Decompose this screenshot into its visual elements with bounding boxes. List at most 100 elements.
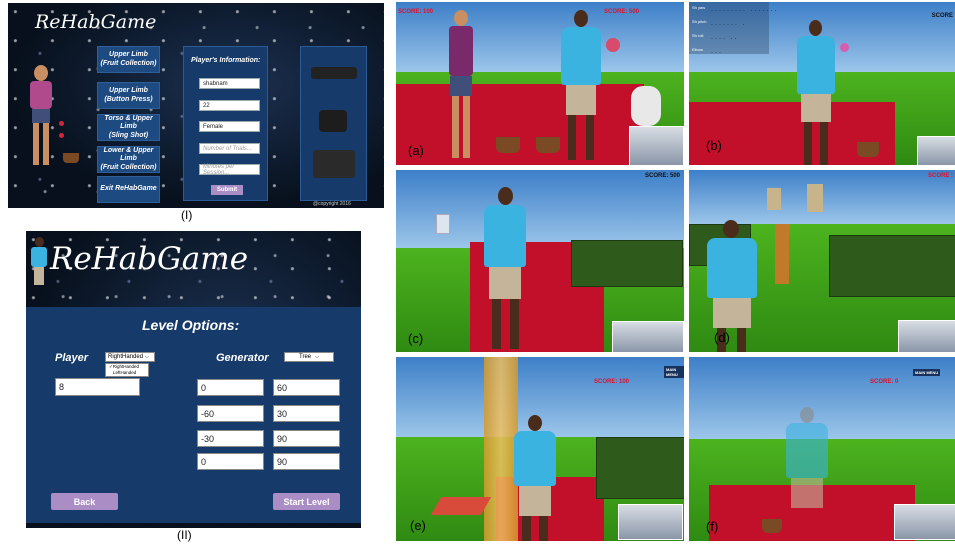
device-panel	[300, 46, 367, 201]
main-menu-button[interactable]: MAIN MENU	[664, 366, 684, 378]
generator-field[interactable]: 90	[273, 453, 340, 470]
level-options-panel: Level Options: Player RightHanded ⌵ ✓Rig…	[26, 307, 361, 523]
kinect-sensor-icon	[311, 67, 357, 79]
scene-label: (f)	[706, 519, 719, 534]
foot-pedal-icon	[313, 150, 355, 178]
player-select-value: RightHanded	[108, 354, 144, 360]
target-tower-icon	[807, 184, 823, 212]
start-level-button[interactable]: Start Level	[273, 493, 340, 510]
scene-a: SCORE: 100 SCORE: 500 (a)	[396, 2, 684, 165]
generator-select[interactable]: Tree ⌵	[284, 352, 334, 362]
menu-torso-sling-shot[interactable]: Torso & Upper Limb (Sling Shot)	[97, 114, 160, 141]
player-info-panel: Player's Information: shabnam 22 Female …	[183, 46, 268, 201]
fruit-icon	[59, 121, 64, 126]
scene-b: Sh yaw Sh pitch Sh roll Elbow ········· …	[689, 2, 955, 165]
main-menu-button[interactable]: MAIN MENU	[913, 369, 941, 376]
generator-field[interactable]: 90	[273, 430, 340, 447]
option-left-handed[interactable]: LeftHanded	[109, 370, 148, 376]
score-right: SCORE :	[927, 173, 953, 179]
scene-label: (d)	[714, 330, 730, 345]
player-label: Player	[55, 352, 89, 364]
webcam-feed	[629, 126, 684, 165]
player-select[interactable]: RightHanded ⌵	[105, 352, 155, 362]
menu-upper-limb-button[interactable]: Upper Limb (Button Press)	[97, 82, 160, 109]
male-avatar-icon	[703, 220, 761, 352]
scene-label: (c)	[408, 331, 424, 346]
score-right: SCORE: 500	[604, 9, 640, 15]
webcam-feed	[894, 504, 955, 540]
target-tower-icon	[767, 188, 781, 210]
panel-main-menu: ReHabGame Upper Limb (Fruit Collection) …	[8, 3, 384, 208]
minutes-field[interactable]: Minutes per Session...	[199, 164, 260, 176]
translucent-avatar-icon	[783, 407, 831, 533]
generator-field[interactable]: -30	[197, 430, 264, 447]
score-right: SCORE: 500	[644, 173, 680, 179]
player-dropdown-list: ✓RightHanded LeftHanded	[105, 363, 149, 377]
joint-angle-overlay: Sh yaw Sh pitch Sh roll Elbow ········· …	[689, 2, 777, 56]
generator-field[interactable]: 0	[197, 453, 264, 470]
webcam-feed	[917, 136, 955, 165]
score: SCORE: 100	[594, 379, 630, 385]
male-avatar-back-icon	[511, 415, 559, 541]
basket-icon	[63, 153, 79, 163]
chevron-down-icon: ⌵	[315, 354, 319, 360]
basket-icon	[496, 137, 520, 153]
score-left: SCORE: 100	[398, 9, 434, 15]
basket-icon	[857, 142, 879, 157]
overlay-label: Elbow	[692, 47, 703, 52]
glass-icon	[436, 214, 450, 234]
panel-level-options: ReHabGame Level Options: Player RightHan…	[26, 231, 361, 528]
score-right: SCORE	[931, 13, 953, 19]
webcam-feed	[898, 320, 955, 352]
arrow-icon	[430, 497, 492, 515]
caption-panel-1: (I)	[181, 208, 193, 222]
back-button[interactable]: Back	[51, 493, 118, 510]
player-info-title: Player's Information:	[191, 57, 261, 64]
generator-select-value: Tree	[299, 354, 312, 360]
male-avatar-icon	[558, 10, 604, 162]
basket-icon	[762, 519, 782, 533]
leap-motion-icon	[319, 110, 347, 132]
menu-upper-limb-fruit[interactable]: Upper Limb (Fruit Collection)	[97, 46, 160, 73]
trials-field[interactable]: Number of Trials...	[199, 143, 260, 154]
slingshot-icon	[775, 224, 789, 284]
avatar-figure-icon	[22, 65, 66, 170]
scene-label: (a)	[408, 143, 424, 158]
copyright: @copyright 2016	[313, 201, 351, 207]
scene-d: SCORE : (d)	[689, 170, 955, 352]
fruit-icon	[59, 133, 64, 138]
webcam-feed	[612, 321, 684, 352]
overlay-label: Sh roll	[692, 33, 704, 38]
generator-field[interactable]: 0	[197, 379, 264, 396]
app-title: ReHabGame	[35, 11, 157, 33]
generator-field[interactable]: 30	[273, 405, 340, 422]
basket-icon	[536, 137, 560, 153]
overlay-label: Sh yaw	[692, 5, 706, 10]
player-value-field[interactable]: 8	[55, 378, 140, 396]
scene-label: (e)	[410, 518, 426, 533]
scene-e: SCORE: 100 MAIN MENU (e)	[396, 357, 684, 541]
age-field[interactable]: 22	[199, 100, 260, 111]
scene-c: SCORE: 500 (c)	[396, 170, 684, 352]
level-options-heading: Level Options:	[142, 317, 240, 333]
female-avatar-icon	[444, 10, 478, 160]
name-field[interactable]: shabnam	[199, 78, 260, 89]
generator-field[interactable]: 60	[273, 379, 340, 396]
tree-icon	[606, 38, 620, 52]
avatar-icon	[29, 237, 49, 285]
submit-button[interactable]: Submit	[211, 185, 243, 195]
generator-field[interactable]: -60	[197, 405, 264, 422]
male-avatar-icon	[795, 20, 837, 165]
gender-field[interactable]: Female	[199, 121, 260, 132]
exit-button[interactable]: Exit ReHabGame	[97, 176, 160, 203]
column-icon	[631, 86, 661, 126]
scene-f: SCORE: 0 MAIN MENU (f)	[689, 357, 955, 541]
generator-label: Generator	[216, 352, 269, 364]
score: SCORE: 0	[870, 379, 899, 385]
overlay-label: Sh pitch	[692, 19, 707, 24]
caption-panel-2: (II)	[177, 528, 192, 542]
scene-label: (b)	[706, 138, 722, 153]
button-target-icon	[840, 43, 849, 52]
menu-lower-upper-limb[interactable]: Lower & Upper Limb (Fruit Collection)	[97, 146, 160, 173]
male-avatar-icon	[480, 187, 530, 350]
